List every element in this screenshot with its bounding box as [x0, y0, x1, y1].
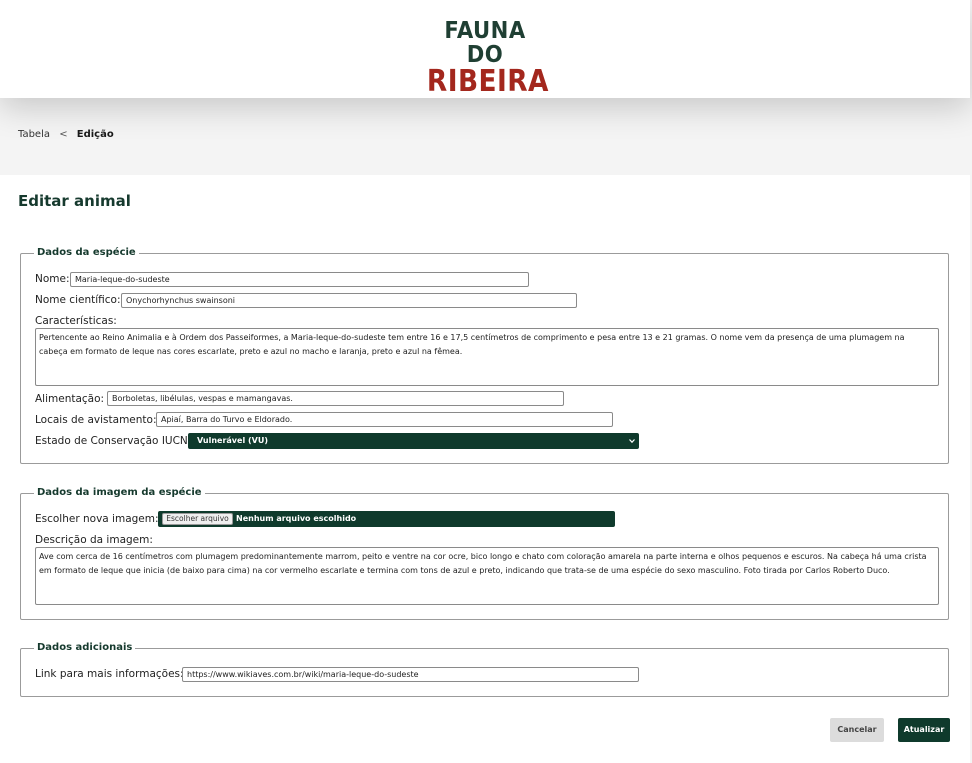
image-file-input[interactable]: Escolher arquivo Nenhum arquivo escolhid…: [158, 511, 615, 527]
conservation-status-value: Vulnerável (VU): [197, 436, 268, 445]
choose-image-label: Escolher nova imagem:: [35, 513, 159, 525]
diet-input[interactable]: Borboletas, libélulas, vespas e mamangav…: [107, 391, 564, 406]
update-button[interactable]: Atualizar: [898, 718, 950, 742]
page-title: Editar animal: [18, 192, 131, 210]
file-status-text: Nenhum arquivo escolhido: [236, 514, 357, 523]
scientific-name-input[interactable]: Onychorhynchus swainsoni: [121, 293, 577, 308]
characteristics-label: Características:: [35, 315, 117, 327]
sighting-locations-label: Locais de avistamento:: [35, 414, 157, 426]
image-description-textarea[interactable]: Ave com cerca de 16 centímetros com plum…: [35, 547, 939, 605]
cancel-button[interactable]: Cancelar: [830, 718, 884, 742]
info-link-label: Link para mais informações:: [35, 668, 184, 680]
scientific-name-label: Nome científico:: [35, 294, 121, 306]
logo-line-2: RIBEIRA: [426, 64, 549, 99]
image-data-section: Dados da imagem da espécie Escolher nova…: [20, 487, 949, 620]
breadcrumb: Tabela < Edição: [18, 129, 114, 140]
breadcrumb-separator: <: [59, 129, 68, 140]
diet-label: Alimentação:: [35, 393, 105, 405]
species-data-section: Dados da espécie Nome: Maria-leque-do-su…: [20, 247, 949, 464]
name-input[interactable]: Maria-leque-do-sudeste: [70, 272, 529, 287]
breadcrumb-current: Edição: [76, 129, 114, 140]
edit-form-card: Editar animal Dados da espécie Nome: Mar…: [0, 175, 970, 763]
conservation-status-label: Estado de Conservação IUCN:: [35, 435, 192, 447]
logo-line-1: FAUNA DO: [444, 18, 526, 68]
chevron-down-icon: [629, 439, 635, 444]
choose-file-button[interactable]: Escolher arquivo: [162, 513, 233, 525]
image-section-legend: Dados da imagem da espécie: [34, 487, 205, 498]
additional-data-section: Dados adicionais Link para mais informaç…: [20, 642, 949, 697]
image-description-label: Descrição da imagem:: [35, 534, 153, 546]
site-header: FAUNA DO RIBEIRA: [0, 0, 970, 98]
breadcrumb-link-tabela[interactable]: Tabela: [18, 129, 50, 140]
site-logo[interactable]: FAUNA DO RIBEIRA: [419, 18, 551, 97]
additional-section-legend: Dados adicionais: [34, 642, 136, 653]
conservation-status-select[interactable]: Vulnerável (VU): [188, 433, 639, 449]
sighting-locations-input[interactable]: Apiaí, Barra do Turvo e Eldorado.: [156, 412, 613, 427]
name-label: Nome:: [35, 273, 70, 285]
characteristics-textarea[interactable]: Pertencente ao Reino Animalia e à Ordem …: [35, 328, 939, 386]
species-section-legend: Dados da espécie: [34, 247, 139, 258]
info-link-input[interactable]: https://www.wikiaves.com.br/wiki/maria-l…: [182, 667, 639, 682]
